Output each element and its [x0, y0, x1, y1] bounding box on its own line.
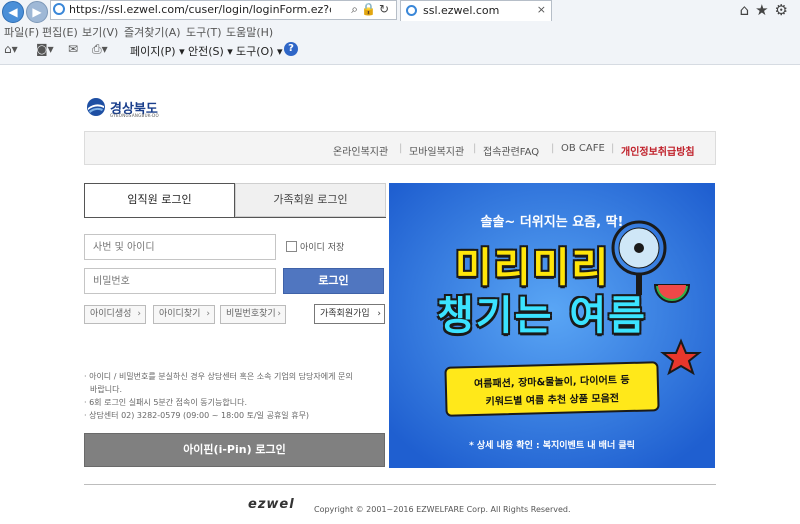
safety-menu[interactable]: 안전(S) ▾ [188, 43, 233, 59]
gear-icon[interactable]: ⚙ [775, 1, 794, 19]
footer-divider [84, 484, 716, 485]
menu-favorites[interactable]: 즐겨찾기(A) [124, 24, 181, 40]
menu-edit[interactable]: 편집(E) [42, 24, 78, 40]
banner-footnote: * 상세 내용 확인 : 복지이벤트 내 배너 클릭 [469, 441, 635, 451]
tab-family-login[interactable]: 가족회원 로그인 [235, 183, 386, 217]
family-join-button[interactable]: 가족회원가입 › [314, 304, 385, 324]
find-id-button[interactable]: 아이디찾기 › [153, 305, 215, 324]
banner-headline-2: 챙기는 여름 [437, 293, 647, 339]
back-button[interactable]: ◀ [2, 1, 24, 23]
browser-tab[interactable]: ssl.ezwel.com × [400, 0, 552, 21]
menu-tools[interactable]: 도구(T) [186, 24, 222, 40]
nav-faq[interactable]: 접속관련FAQ [483, 143, 539, 158]
chevron-right-icon: › [137, 309, 141, 319]
menu-bar: 파일(F) 편집(E) 보기(V) 즐겨찾기(A) 도구(T) 도움말(H) [0, 21, 800, 39]
note-line: 바랍니다. [90, 385, 122, 394]
family-join-label: 가족회원가입 [320, 309, 370, 319]
create-id-button[interactable]: 아이디생성 › [84, 305, 146, 324]
find-password-button[interactable]: 비밀번호찾기 › [220, 305, 286, 324]
ipin-login-button[interactable]: 아이핀(i-Pin) 로그인 [84, 433, 385, 467]
login-panel: 임직원 로그인 가족회원 로그인 아이디 저장 로그인 아이디생성 › 아이디찾기… [84, 183, 386, 468]
forward-icon: ▶ [32, 5, 42, 19]
command-bar: ⌂▾ ◙▾ ✉ ⎙▾ 페이지(P) ▾ 안전(S) ▾ 도구(O) ▾ ? [0, 40, 800, 60]
lock-icon[interactable]: 🔒 [361, 2, 379, 16]
nav-mobile-welfare[interactable]: 모바일복지관 [409, 143, 464, 158]
page-menu[interactable]: 페이지(P) ▾ [130, 43, 185, 59]
login-button[interactable]: 로그인 [283, 268, 384, 294]
nav-ob-cafe[interactable]: OB CAFE [561, 143, 605, 154]
browser-chrome: ◀ ▶ https://ssl.ezwel.com/cuser/login/lo… [0, 0, 800, 65]
nav-privacy-policy[interactable]: 개인정보취급방침 [621, 143, 695, 158]
tab-title: ssl.ezwel.com [423, 4, 500, 17]
search-icon[interactable]: ⌕ [351, 2, 361, 16]
gyeongbuk-logo-icon [87, 98, 105, 116]
address-url[interactable]: https://ssl.ezwel.com/cuser/login/loginF… [69, 3, 331, 16]
menu-file[interactable]: 파일(F) [4, 24, 39, 40]
top-nav: 온라인복지관 | 모바일복지관 | 접속관련FAQ | OB CAFE | 개인… [84, 131, 716, 165]
help-icon[interactable]: ? [284, 42, 298, 56]
tab-underline [84, 217, 386, 218]
chevron-right-icon: › [277, 309, 281, 319]
note-line: · 6회 로그인 실패시 5분간 접속이 동기능합니다. [84, 398, 248, 407]
banner-box-line-2: 키워드별 여름 추천 상품 모음전 [485, 393, 620, 408]
password-field-box [84, 268, 276, 294]
ie-icon [53, 3, 65, 15]
create-id-label: 아이디생성 [90, 309, 132, 319]
ie-tab-icon [406, 5, 417, 16]
nav-divider: | [473, 143, 477, 154]
save-id-label: 아이디 저장 [300, 243, 345, 253]
banner-box-line-1: 여름패션, 장마&물놀이, 다이어트 등 [473, 374, 630, 391]
nav-divider: | [551, 143, 555, 154]
forward-button[interactable]: ▶ [26, 1, 48, 23]
id-input[interactable] [85, 235, 275, 259]
tools-menu[interactable]: 도구(O) ▾ [236, 43, 283, 59]
chevron-right-icon: › [206, 309, 210, 319]
print-icon[interactable]: ⎙▾ [92, 42, 108, 57]
note-line: · 아이디 / 비밀번호를 분실하신 경우 상담센터 혹은 소속 기업의 담당자… [84, 372, 353, 381]
summer-promo-banner[interactable]: 솔솔~ 더위지는 요즘, 딱! 미리미리 챙기는 여름 여름패션, 장마&물놀이… [389, 183, 715, 468]
password-input[interactable] [85, 269, 275, 293]
star-icon[interactable]: ★ [755, 1, 774, 19]
tab-staff-login[interactable]: 임직원 로그인 [84, 183, 235, 217]
address-bar[interactable]: https://ssl.ezwel.com/cuser/login/loginF… [50, 0, 397, 20]
find-id-label: 아이디찾기 [159, 309, 201, 319]
banner-caption: 솔솔~ 더위지는 요즘, 딱! [480, 215, 624, 230]
chevron-right-icon: › [377, 309, 381, 319]
home-icon[interactable]: ⌂▾ [4, 42, 18, 56]
back-icon: ◀ [8, 5, 18, 19]
rss-icon[interactable]: ◙▾ [36, 42, 54, 56]
footer-logo: ezwel [248, 497, 295, 512]
banner-info-box: 여름패션, 장마&물놀이, 다이어트 등 키워드별 여름 추천 상품 모음전 [444, 361, 660, 417]
brand-sub: GYEONGSANGBUK-DO [110, 113, 159, 118]
nav-divider: | [399, 143, 403, 154]
home-icon[interactable]: ⌂ [740, 1, 756, 19]
nav-online-welfare[interactable]: 온라인복지관 [333, 143, 388, 158]
find-password-label: 비밀번호찾기 [226, 309, 276, 319]
tab-close-button[interactable]: × [537, 3, 546, 16]
footer-copyright: Copyright © 2001~2016 EZWELFARE Corp. Al… [314, 505, 571, 514]
checkbox-box[interactable] [286, 241, 297, 252]
mail-icon[interactable]: ✉ [68, 42, 78, 56]
address-actions: ⌕🔒↻ [351, 2, 392, 17]
menu-view[interactable]: 보기(V) [82, 24, 118, 40]
note-line: · 상담센터 02) 3282-0579 (09:00 ~ 18:00 토/일 … [84, 411, 310, 420]
nav-divider: | [611, 143, 615, 154]
browser-right-icons: ⌂★⚙ [740, 1, 794, 19]
refresh-icon[interactable]: ↻ [379, 2, 392, 16]
id-field-box [84, 234, 276, 260]
menu-help[interactable]: 도움말(H) [226, 24, 273, 40]
